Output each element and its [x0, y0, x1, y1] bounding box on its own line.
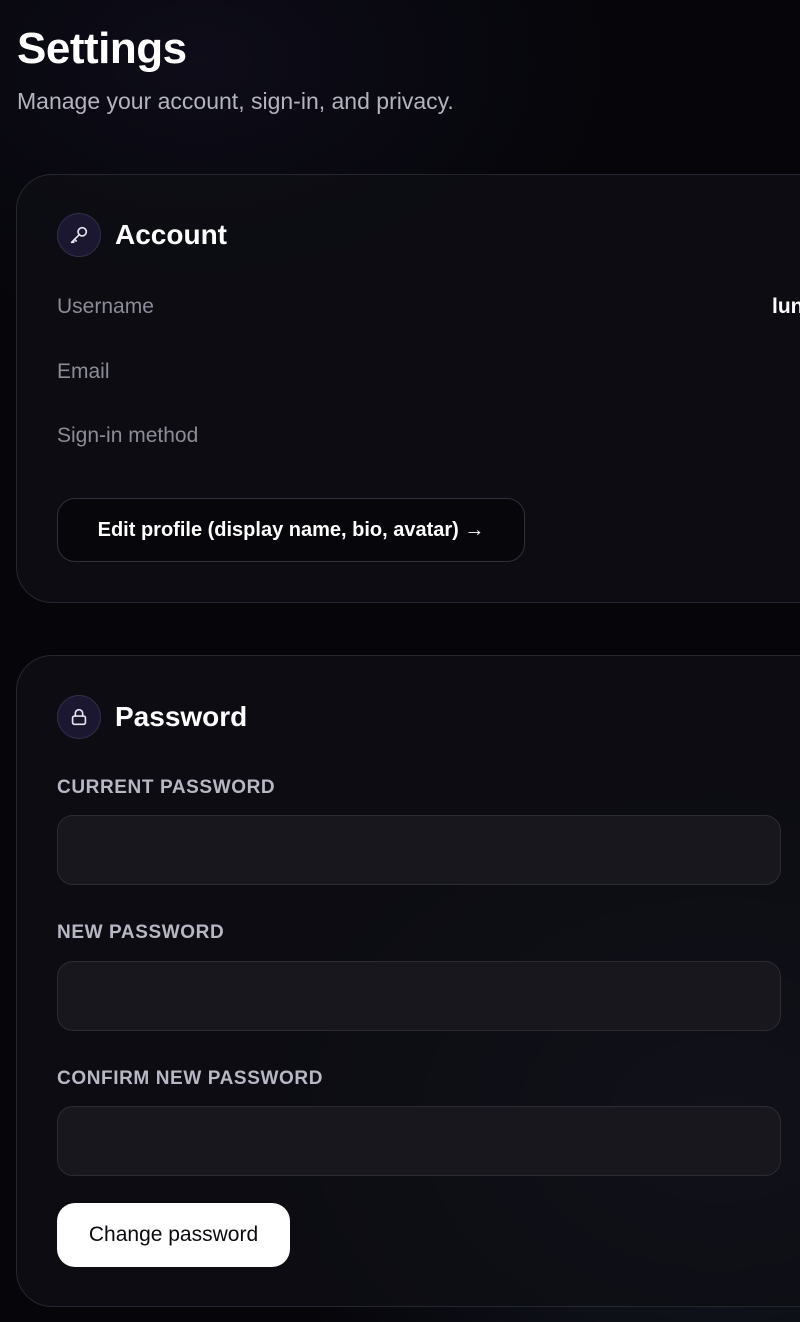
account-card: Account Username lun Email Sign-in metho… [16, 174, 800, 603]
key-icon [57, 213, 101, 257]
page-header: Settings Manage your account, sign-in, a… [17, 22, 454, 116]
change-password-button[interactable]: Change password [57, 1203, 290, 1267]
account-section-title: Account [115, 219, 227, 250]
email-label: Email [57, 360, 110, 383]
password-section-title: Password [115, 701, 248, 732]
username-value: lun [772, 295, 800, 318]
current-password-label: CURRENT PASSWORD [57, 777, 276, 798]
username-label: Username [57, 295, 154, 318]
page-subtitle: Manage your account, sign-in, and privac… [17, 88, 454, 114]
username-row: Username lun [57, 295, 800, 319]
email-row: Email [57, 360, 800, 384]
confirm-password-label: CONFIRM NEW PASSWORD [57, 1068, 324, 1089]
sign-in-method-label: Sign-in method [57, 424, 199, 447]
new-password-label: NEW PASSWORD [57, 922, 225, 943]
confirm-password-input[interactable] [57, 1106, 781, 1176]
new-password-input[interactable] [57, 961, 781, 1031]
page-title: Settings [17, 24, 187, 73]
account-section-header: Account [57, 213, 227, 257]
password-section-header: Password [57, 695, 247, 739]
edit-profile-button[interactable]: Edit profile (display name, bio, avatar)… [57, 498, 525, 562]
password-card: Password CURRENT PASSWORD NEW PASSWORD C… [16, 655, 800, 1307]
current-password-input[interactable] [57, 815, 781, 885]
lock-icon [57, 695, 101, 739]
sign-in-method-row: Sign-in method [57, 424, 800, 448]
